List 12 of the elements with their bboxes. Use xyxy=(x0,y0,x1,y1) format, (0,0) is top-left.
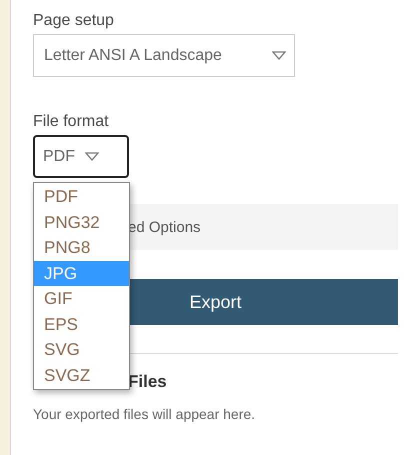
field-label: Page setup xyxy=(33,12,114,30)
dropdown-option[interactable]: GIF xyxy=(34,286,129,312)
file-format-dropdown[interactable]: PDF xyxy=(33,135,129,178)
field-label: File format xyxy=(33,113,109,131)
dropdown-option[interactable]: PNG32 xyxy=(34,210,129,235)
caret-icon xyxy=(85,152,99,161)
page-setup-dropdown[interactable]: Letter ANSI A Landscape xyxy=(33,34,295,77)
dropdown-option[interactable]: SVGZ xyxy=(34,362,129,388)
dropdown-option[interactable]: JPG xyxy=(34,260,129,286)
caret-icon xyxy=(272,51,286,60)
dropdown-option[interactable]: SVG xyxy=(34,337,129,362)
empty-message: Your exported files will appear here. xyxy=(33,406,256,422)
